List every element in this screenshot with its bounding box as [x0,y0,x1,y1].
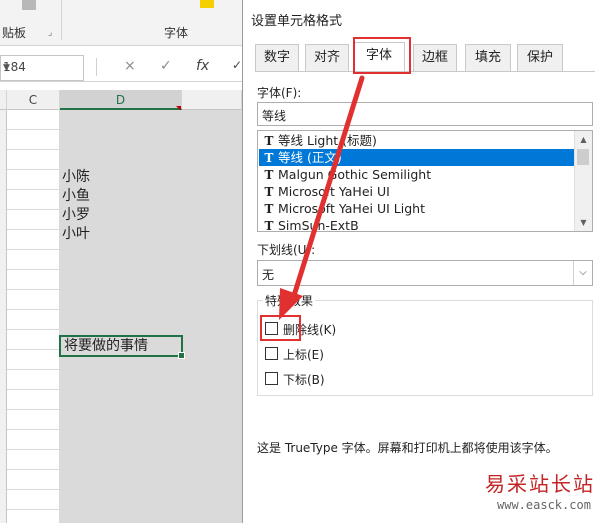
effects-legend: 特殊效果 [263,292,316,309]
font-list-item[interactable]: T Microsoft YaHei UI [259,183,575,200]
name-box[interactable]: 184 ▼ [0,55,84,81]
font-list-item-label: 等线 Light (标题) [278,133,377,148]
font-list-item-label: Microsoft YaHei UI [278,184,390,199]
truetype-icon: T [264,151,274,165]
fill-handle[interactable] [178,352,185,359]
cell-d5[interactable]: 小鱼 [62,186,90,206]
watermark-url: www.easck.com [497,498,591,512]
subscript-label: 下标(B) [283,373,325,387]
font-list-scrollbar[interactable]: ▲ ▼ [574,131,592,231]
chevron-down-icon[interactable]: ⌵ [573,261,592,285]
tab-number[interactable]: 数字 [255,44,299,71]
column-header-d[interactable]: D [60,90,182,110]
check-icon[interactable]: ✓ [160,58,172,74]
strikethrough-highlight [260,315,301,341]
scroll-thumb[interactable] [577,149,589,165]
ribbon: 贴板 字体 ⌟ [0,0,242,46]
font-list-item-label: 等线 (正文) [278,150,342,165]
font-list-item-selected[interactable]: T 等线 (正文) [259,149,575,166]
font-list-item[interactable]: T Malgun Gothic Semilight [259,166,575,183]
formula-bar-divider [96,58,97,76]
font-list-item[interactable]: T SimSun-ExtB [259,217,575,232]
font-name-value: 等线 [262,109,287,123]
tab-fill[interactable]: 填充 [465,44,511,71]
active-cell[interactable]: 将要做的事情 [59,335,185,359]
font-label: 字体(F): [257,86,302,100]
format-painter-icon[interactable] [22,0,36,10]
formula-input[interactable]: ✓ [232,58,242,72]
font-info-text: 这是 TrueType 字体。屏幕和打印机上都将使用该字体。 [257,441,558,455]
tab-alignment[interactable]: 对齐 [305,44,349,71]
highlight-color-icon[interactable] [200,0,214,8]
font-list-item-label: Malgun Gothic Semilight [278,167,432,182]
truetype-icon: T [264,134,274,148]
dialog-launcher-icon[interactable]: ⌟ [48,28,52,38]
worksheet-grid[interactable]: 小陈 小鱼 小罗 小叶 [0,110,242,523]
watermark: 易采站长站 www.easck.com [455,468,601,523]
ribbon-separator [61,0,62,40]
font-list-item[interactable]: T Microsoft YaHei UI Light [259,200,575,217]
scroll-up-icon[interactable]: ▲ [575,131,592,148]
grid-line [181,110,182,523]
tab-border[interactable]: 边框 [413,44,457,71]
clipboard-group-label: 贴板 [2,26,27,40]
column-header-c[interactable]: C [7,90,60,110]
superscript-label: 上标(E) [283,348,324,362]
column-header-e[interactable] [182,90,242,110]
scroll-down-icon[interactable]: ▼ [575,214,592,231]
truetype-icon: T [264,202,274,216]
font-tab-highlight [353,37,411,74]
dialog-title: 设置单元格格式 [251,14,343,29]
truetype-icon: T [264,185,274,199]
select-all-corner[interactable] [0,90,7,110]
underline-label: 下划线(U): [257,243,316,257]
cell-d12: 将要做的事情 [64,338,148,354]
truetype-icon: T [264,219,274,232]
tab-divider [255,71,595,72]
font-name-input[interactable]: 等线 [257,102,593,126]
subscript-option[interactable]: 下标(B) [265,371,345,387]
chevron-down-icon[interactable]: ▼ [3,63,79,73]
column-headers: C D [0,90,242,111]
font-list[interactable]: T 等线 Light (标题) T 等线 (正文) T Malgun Gothic S… [257,130,593,232]
truetype-icon: T [264,168,274,182]
superscript-checkbox[interactable] [265,347,278,360]
cancel-icon[interactable]: × [124,58,136,74]
font-list-item[interactable]: T 等线 Light (标题) [259,132,575,149]
font-group-label: 字体 [164,26,189,40]
cell-d6[interactable]: 小罗 [62,205,90,225]
formula-bar: 184 ▼ × ✓ fx ✓ [0,52,242,82]
cell-d7[interactable]: 小叶 [62,224,90,244]
format-cells-dialog: 设置单元格格式 数字 对齐 字体 边框 填充 保护 字体(F): 等线 T 等线 … [242,0,601,523]
cell-d4[interactable]: 小陈 [62,167,90,187]
font-list-item-label: Microsoft YaHei UI Light [278,201,425,216]
underline-value: 无 [262,268,275,282]
superscript-option[interactable]: 上标(E) [265,346,345,362]
watermark-text: 易采站长站 [485,472,595,496]
tab-protection[interactable]: 保护 [517,44,563,71]
font-list-item-label: SimSun-ExtB [278,218,359,232]
underline-select[interactable]: 无 ⌵ [257,260,593,286]
subscript-checkbox[interactable] [265,372,278,385]
function-icon[interactable]: fx [196,58,209,74]
row-headers[interactable] [0,110,7,523]
